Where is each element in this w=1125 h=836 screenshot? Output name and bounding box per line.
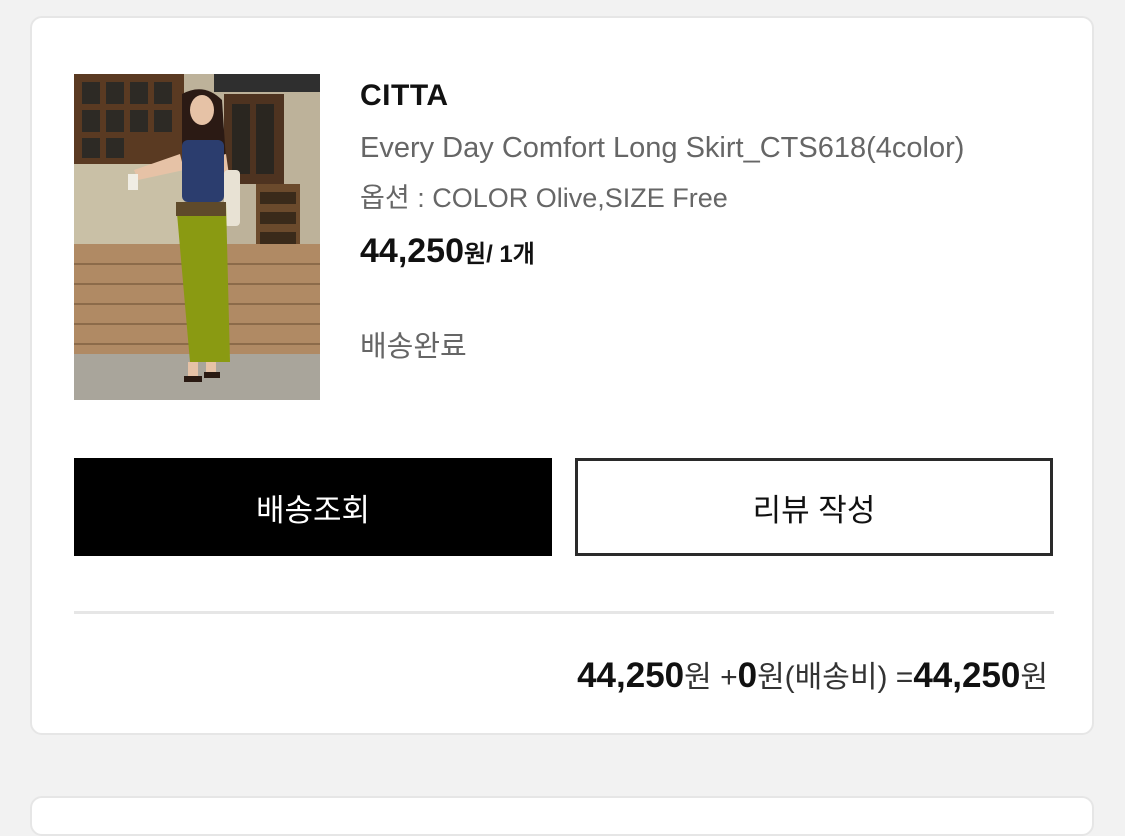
price-row: 44,250원/ 1개 bbox=[360, 230, 1062, 279]
divider bbox=[74, 611, 1054, 614]
product-photo-icon bbox=[74, 74, 320, 400]
order-item-info: CITTA Every Day Comfort Long Skirt_CTS61… bbox=[360, 76, 1062, 367]
option-label: 옵션 bbox=[360, 183, 410, 213]
next-order-card bbox=[30, 796, 1094, 836]
item-price-unit: 원 bbox=[464, 241, 487, 268]
summary-shipping-amount: 0 bbox=[737, 656, 758, 695]
brand-name[interactable]: CITTA bbox=[360, 76, 1062, 116]
product-option: 옵션 : COLOR Olive,SIZE Free bbox=[360, 180, 1062, 216]
product-image[interactable] bbox=[74, 74, 320, 400]
summary-total-unit: 원 bbox=[1020, 661, 1048, 694]
option-separator: : bbox=[409, 183, 433, 213]
track-delivery-button[interactable]: 배송조회 bbox=[74, 458, 552, 556]
summary-shipping-unit: 원(배송비) bbox=[757, 661, 888, 694]
delivery-status: 배송완료 bbox=[360, 331, 467, 363]
product-name[interactable]: Every Day Comfort Long Skirt_CTS618(4col… bbox=[360, 128, 1062, 168]
summary-plus: + bbox=[711, 661, 738, 694]
order-item-card: CITTA Every Day Comfort Long Skirt_CTS61… bbox=[30, 16, 1094, 735]
option-value: COLOR Olive,SIZE Free bbox=[432, 183, 728, 213]
order-price-summary: 44,250원 +0원(배송비) =44,250원 bbox=[577, 654, 1048, 705]
summary-item-amount: 44,250 bbox=[577, 656, 685, 695]
summary-total-amount: 44,250 bbox=[913, 656, 1021, 695]
summary-equals: = bbox=[887, 661, 914, 694]
summary-item-unit: 원 bbox=[684, 661, 712, 694]
write-review-button[interactable]: 리뷰 작성 bbox=[575, 458, 1053, 556]
item-quantity: / 1개 bbox=[486, 241, 535, 268]
item-price: 44,250 bbox=[360, 232, 464, 270]
